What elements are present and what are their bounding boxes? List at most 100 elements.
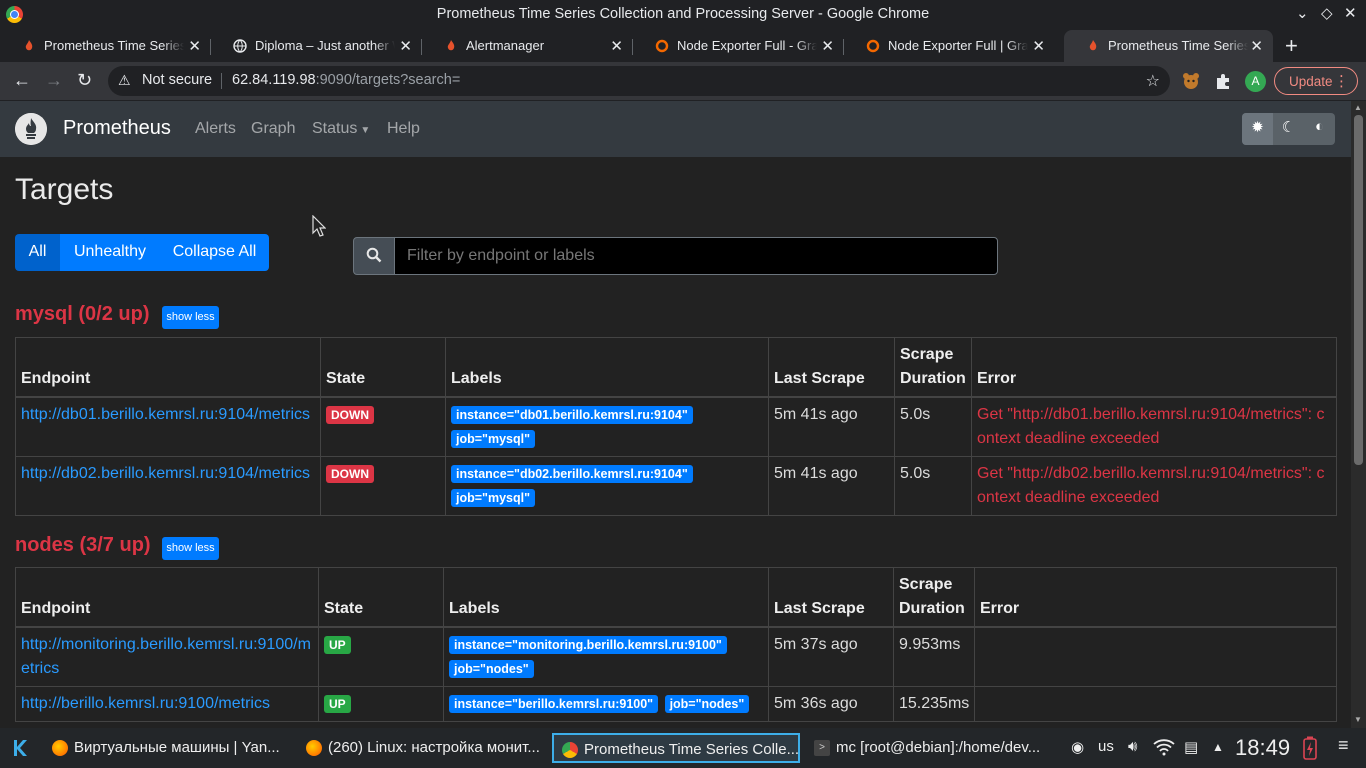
kde-launcher-icon[interactable] bbox=[10, 737, 32, 759]
taskbar-item-terminal[interactable]: > mc [root@debian]:/home/dev... bbox=[806, 733, 1054, 763]
tab-node-exporter-2[interactable]: Node Exporter Full | Gra ✕ bbox=[844, 30, 1055, 62]
url-path: :9090/targets?search= bbox=[315, 72, 461, 88]
table-row: http://db02.berillo.kemrsl.ru:9104/metri… bbox=[15, 456, 1337, 516]
task-label: Виртуальные машины | Yan... bbox=[74, 739, 280, 756]
brand-label[interactable]: Prometheus bbox=[63, 117, 171, 140]
show-less-button[interactable]: show less bbox=[162, 306, 219, 329]
auto-theme-icon[interactable]: ◐ bbox=[1304, 118, 1335, 135]
menu-dots-icon[interactable]: ⋮ bbox=[1334, 72, 1349, 90]
col-state: State bbox=[320, 337, 446, 398]
state-badge: UP bbox=[324, 636, 351, 654]
minimize-icon[interactable]: ⌄ bbox=[1296, 4, 1309, 22]
new-tab-icon[interactable]: + bbox=[1285, 33, 1298, 59]
target-search: Filter by endpoint or labels bbox=[353, 237, 998, 275]
taskbar-item-linux-video[interactable]: (260) Linux: настройка монит... bbox=[298, 733, 546, 763]
nav-alerts[interactable]: Alerts bbox=[195, 120, 236, 138]
endpoint-link[interactable]: http://db01.berillo.kemrsl.ru:9104/metri… bbox=[21, 406, 310, 423]
table-header-row: Endpoint State Labels Last Scrape Scrape… bbox=[15, 567, 1337, 628]
page-scrollbar[interactable]: ▲ ▼ bbox=[1351, 101, 1366, 728]
col-error: Error bbox=[971, 337, 1337, 398]
show-less-button[interactable]: show less bbox=[162, 537, 219, 560]
endpoint-link[interactable]: http://monitoring.berillo.kemrsl.ru:9100… bbox=[21, 636, 311, 677]
label-badge: instance="berillo.kemrsl.ru:9100" bbox=[449, 695, 659, 713]
updates-tray-icon[interactable]: ◉ bbox=[1071, 738, 1084, 756]
table-header-row: Endpoint State Labels Last Scrape Scrape… bbox=[15, 337, 1337, 398]
col-scrape-duration: Scrape Duration bbox=[894, 337, 972, 398]
browser-toolbar: ← → ↻ ⚠ Not secure 62.84.119.98:9090/tar… bbox=[0, 62, 1366, 100]
tab-prometheus-1[interactable]: Prometheus Time Series ✕ bbox=[0, 30, 211, 62]
clipboard-icon[interactable]: ▤ bbox=[1184, 738, 1198, 756]
endpoint-link[interactable]: http://berillo.kemrsl.ru:9100/metrics bbox=[21, 695, 270, 712]
security-label[interactable]: Not secure bbox=[142, 72, 212, 88]
nav-help[interactable]: Help bbox=[387, 120, 420, 138]
forward-icon[interactable]: → bbox=[45, 70, 63, 91]
url-host: 62.84.119.98 bbox=[232, 72, 316, 88]
pool-title-mysql[interactable]: mysql (0/2 up) bbox=[15, 303, 149, 326]
address-bar[interactable]: ⚠ Not secure 62.84.119.98:9090/targets?s… bbox=[108, 66, 1170, 96]
scroll-up-icon[interactable]: ▲ bbox=[1354, 103, 1362, 112]
close-window-icon[interactable]: ✕ bbox=[1344, 4, 1357, 22]
window-titlebar: Prometheus Time Series Collection and Pr… bbox=[0, 0, 1366, 30]
tab-close-icon[interactable]: ✕ bbox=[1250, 37, 1263, 55]
taskbar-item-prometheus[interactable]: Prometheus Time Series Colle... bbox=[552, 733, 800, 763]
nav-graph[interactable]: Graph bbox=[251, 120, 295, 138]
label-badge: instance="db02.berillo.kemrsl.ru:9104" bbox=[451, 465, 693, 483]
collapse-all-button[interactable]: Collapse All bbox=[160, 234, 269, 271]
col-error: Error bbox=[974, 567, 1337, 628]
maximize-icon[interactable]: ◇ bbox=[1321, 4, 1333, 22]
battery-charging-icon[interactable] bbox=[1302, 736, 1318, 760]
warning-icon[interactable]: ⚠ bbox=[118, 72, 131, 89]
tray-expand-icon[interactable]: ▲ bbox=[1212, 740, 1224, 754]
duration-cell: 9.953ms bbox=[893, 626, 975, 687]
dark-theme-icon[interactable]: ☾ bbox=[1273, 118, 1304, 136]
extensions-puzzle-icon[interactable] bbox=[1214, 71, 1234, 91]
page-title: Targets bbox=[15, 173, 114, 206]
bookmark-star-icon[interactable]: ☆ bbox=[1146, 71, 1160, 91]
scroll-down-icon[interactable]: ▼ bbox=[1354, 715, 1362, 724]
search-input[interactable]: Filter by endpoint or labels bbox=[394, 237, 998, 275]
label-badge: job="mysql" bbox=[451, 489, 536, 507]
scrollbar-thumb[interactable] bbox=[1354, 115, 1363, 465]
firefox-icon bbox=[52, 740, 68, 756]
back-icon[interactable]: ← bbox=[13, 70, 31, 91]
filter-all-button[interactable]: All bbox=[15, 234, 60, 271]
bear-extension-icon[interactable] bbox=[1181, 71, 1201, 91]
tab-close-icon[interactable]: ✕ bbox=[821, 37, 834, 55]
nav-status-label: Status bbox=[312, 120, 358, 137]
page-viewport: Prometheus Alerts Graph Status ▼ Help ✹ ☾… bbox=[0, 101, 1351, 728]
col-scrape-duration: Scrape Duration bbox=[893, 567, 975, 628]
wifi-icon[interactable] bbox=[1153, 738, 1175, 756]
window-title: Prometheus Time Series Collection and Pr… bbox=[436, 6, 930, 22]
tab-close-icon[interactable]: ✕ bbox=[610, 37, 623, 55]
tab-close-icon[interactable]: ✕ bbox=[1032, 37, 1045, 55]
profile-avatar[interactable]: A bbox=[1245, 71, 1266, 92]
filter-unhealthy-button[interactable]: Unhealthy bbox=[60, 234, 160, 271]
tab-alertmanager[interactable]: Alertmanager ✕ bbox=[422, 30, 633, 62]
state-badge: DOWN bbox=[326, 465, 374, 483]
last-scrape-cell: 5m 36s ago bbox=[768, 686, 894, 722]
reload-icon[interactable]: ↻ bbox=[77, 70, 92, 91]
taskbar-item-yandex[interactable]: Виртуальные машины | Yan... bbox=[44, 733, 292, 763]
tab-prometheus-active[interactable]: Prometheus Time Series ✕ bbox=[1064, 30, 1273, 62]
update-button[interactable]: Update ⋮ bbox=[1274, 67, 1358, 95]
prometheus-logo-icon[interactable] bbox=[15, 113, 47, 145]
nav-status[interactable]: Status ▼ bbox=[312, 120, 370, 138]
tab-label: Alertmanager bbox=[466, 38, 545, 53]
prometheus-navbar: Prometheus Alerts Graph Status ▼ Help ✹ ☾… bbox=[0, 101, 1351, 157]
tab-diploma[interactable]: Diploma – Just another W ✕ bbox=[211, 30, 422, 62]
hamburger-menu-icon[interactable]: ≡ bbox=[1338, 735, 1349, 756]
label-badge: job="mysql" bbox=[451, 430, 536, 448]
url-text[interactable]: 62.84.119.98:9090/targets?search= bbox=[232, 72, 460, 88]
table-row: http://monitoring.berillo.kemrsl.ru:9100… bbox=[15, 626, 1337, 687]
clock[interactable]: 18:49 bbox=[1235, 735, 1290, 761]
endpoint-link[interactable]: http://db02.berillo.kemrsl.ru:9104/metri… bbox=[21, 465, 310, 482]
table-row: http://berillo.kemrsl.ru:9100/metrics UP… bbox=[15, 686, 1337, 722]
volume-icon[interactable]: 🔊︎ bbox=[1128, 738, 1137, 755]
error-cell: Get "http://db01.berillo.kemrsl.ru:9104/… bbox=[971, 396, 1337, 457]
pool-title-nodes[interactable]: nodes (3/7 up) bbox=[15, 534, 151, 557]
tab-close-icon[interactable]: ✕ bbox=[399, 37, 412, 55]
tab-node-exporter-1[interactable]: Node Exporter Full - Graf ✕ bbox=[633, 30, 844, 62]
keyboard-layout[interactable]: us bbox=[1098, 738, 1114, 755]
light-theme-icon[interactable]: ✹ bbox=[1242, 113, 1273, 145]
tab-close-icon[interactable]: ✕ bbox=[188, 37, 201, 55]
